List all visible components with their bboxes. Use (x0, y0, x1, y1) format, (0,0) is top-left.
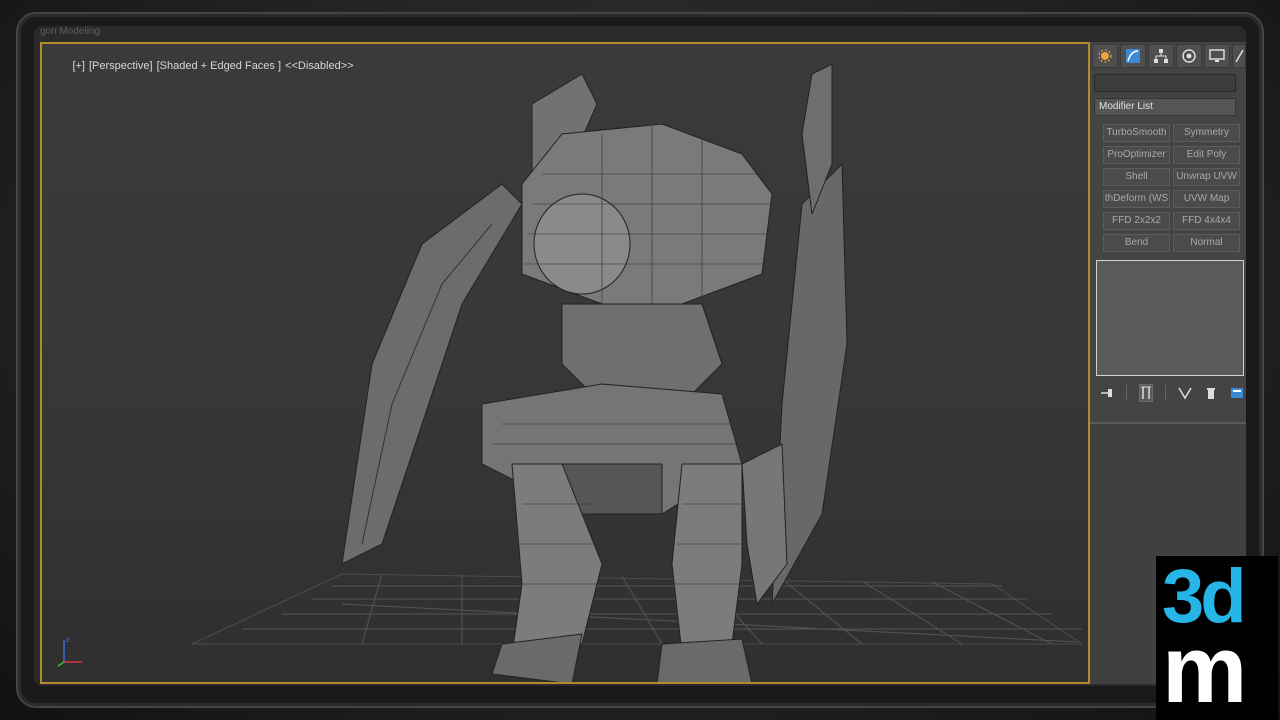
modifier-button-normal[interactable]: Normal (1173, 234, 1240, 252)
perspective-viewport[interactable]: [+] [Perspective] [Shaded + Edged Faces ] <… (40, 42, 1090, 684)
motion-icon (1182, 49, 1196, 63)
ground-grid (191, 573, 1084, 645)
object-name-field[interactable] (1094, 74, 1236, 92)
configure-sets-icon (1231, 388, 1243, 398)
display-tab[interactable] (1204, 44, 1230, 68)
display-icon (1209, 49, 1225, 62)
modifier-list-dropdown[interactable]: Modifier List (1094, 98, 1236, 116)
modifier-button-bend[interactable]: Bend (1103, 234, 1170, 252)
hierarchy-tab[interactable] (1148, 44, 1174, 68)
modifier-button-shell[interactable]: Shell (1103, 168, 1170, 186)
hierarchy-icon (1154, 49, 1168, 63)
remove-modifier-icon (1207, 388, 1215, 399)
modifier-button-ffd-4x4x4[interactable]: FFD 4x4x4 (1173, 212, 1240, 230)
viewport-shading-mode[interactable]: [Shaded + Edged Faces ] (157, 60, 281, 72)
robot-model (341, 63, 848, 682)
modifier-button-uvw-map[interactable]: UVW Map (1173, 190, 1240, 208)
monitor-frame: gon Modeling [+] [Perspective] [Shaded +… (0, 0, 1280, 720)
3dm-logo: 3d m (1156, 556, 1278, 720)
viewport-label-bar: [+] [Perspective] [Shaded + Edged Faces ] <… (48, 48, 358, 84)
viewport-menu-plus[interactable]: [+] (72, 60, 85, 72)
modifier-button-path-deform[interactable]: thDeform (WS (1103, 190, 1170, 208)
viewport-scene (191, 63, 1084, 682)
make-unique-icon (1178, 387, 1192, 400)
toolbar-divider (1126, 385, 1127, 401)
modifier-button-ffd-2x2x2[interactable]: FFD 2x2x2 (1103, 212, 1170, 230)
utilities-tab[interactable] (1232, 44, 1246, 68)
show-end-result-icon (1141, 386, 1151, 399)
modifier-button-set: TurboSmooth Symmetry ProOptimizer Edit P… (1103, 124, 1243, 252)
modifier-button-prooptimizer[interactable]: ProOptimizer (1103, 146, 1170, 164)
viewport-disabled-label[interactable]: <<Disabled>> (285, 60, 354, 72)
configure-sets-button[interactable] (1230, 384, 1244, 402)
app-screen: gon Modeling [+] [Perspective] [Shaded +… (34, 26, 1246, 686)
remove-modifier-button[interactable] (1204, 384, 1218, 402)
create-icon (1098, 49, 1112, 63)
command-panel-tabs (1092, 44, 1246, 70)
motion-tab[interactable] (1176, 44, 1202, 68)
pin-stack-button[interactable] (1100, 384, 1114, 402)
modifier-stack-view[interactable] (1096, 260, 1244, 376)
create-tab[interactable] (1092, 44, 1118, 68)
show-end-result-button[interactable] (1138, 384, 1154, 402)
modify-tab[interactable] (1120, 44, 1146, 68)
modifier-stack-toolbar (1098, 382, 1244, 404)
modifier-button-turbosmooth[interactable]: TurboSmooth (1103, 124, 1170, 142)
logo-text-m: m (1162, 616, 1248, 720)
modify-icon (1126, 49, 1140, 63)
axis-tripod-icon: z (57, 636, 82, 667)
make-unique-button[interactable] (1178, 384, 1192, 402)
modifier-button-symmetry[interactable]: Symmetry (1173, 124, 1240, 142)
modifier-button-edit-poly[interactable]: Edit Poly (1173, 146, 1240, 164)
pin-stack-icon (1101, 389, 1112, 397)
modifier-button-unwrap-uvw[interactable]: Unwrap UVW (1173, 168, 1240, 186)
toolbar-divider (1165, 385, 1166, 401)
utilities-icon (1235, 49, 1244, 63)
svg-text:z: z (66, 636, 70, 644)
window-title: gon Modeling (40, 26, 101, 37)
viewport-point-of-view[interactable]: [Perspective] (89, 60, 153, 72)
